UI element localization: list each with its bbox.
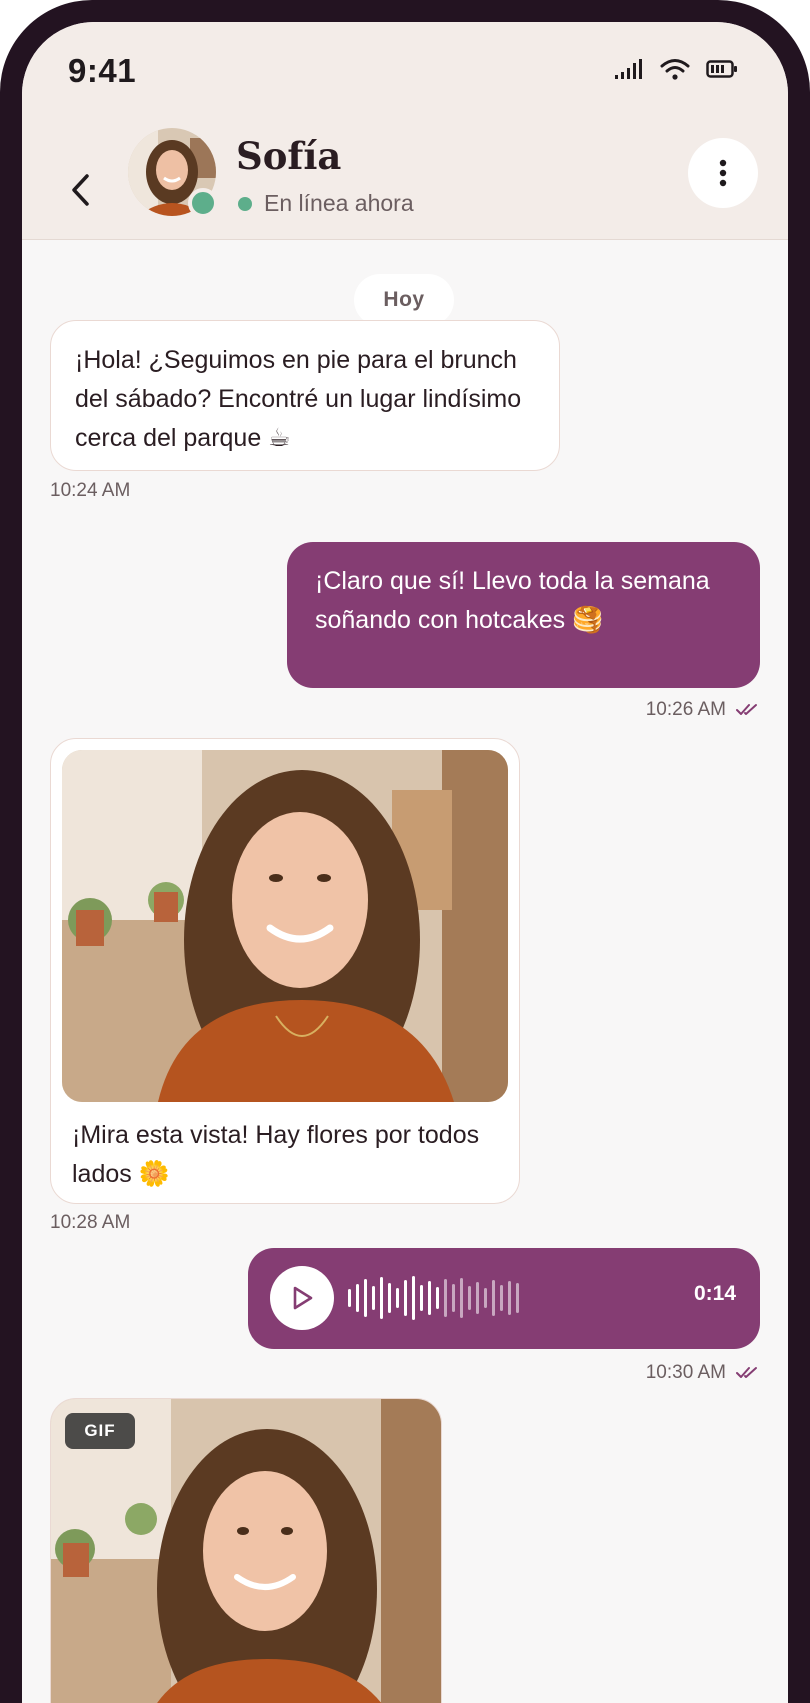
outgoing-voice-message[interactable]: 0:14 bbox=[248, 1248, 760, 1349]
double-check-icon bbox=[736, 1367, 757, 1378]
play-icon bbox=[293, 1286, 313, 1310]
message-timestamp: 10:30 AM bbox=[646, 1362, 760, 1384]
voice-waveform[interactable] bbox=[348, 1272, 519, 1324]
more-vertical-icon bbox=[719, 159, 727, 187]
contact-name: Sofía bbox=[236, 134, 342, 178]
chat-screen: 9:41 Sofía En línea ahora Hoy ¡Hola! ¿Se… bbox=[22, 22, 788, 1703]
day-separator: Hoy bbox=[354, 274, 454, 326]
timestamp-text: 10:30 AM bbox=[645, 1362, 726, 1383]
contact-avatar[interactable] bbox=[128, 128, 218, 218]
double-check-icon bbox=[736, 704, 757, 715]
status-time: 9:41 bbox=[68, 52, 137, 89]
message-text: ¡Hola! ¿Seguimos en pie para el brunch d… bbox=[75, 346, 522, 452]
incoming-gif-message[interactable]: GIF bbox=[50, 1398, 442, 1703]
presence-dot bbox=[238, 196, 252, 211]
phone-frame: 9:41 Sofía En línea ahora Hoy ¡Hola! ¿Se… bbox=[0, 0, 810, 1703]
timestamp-text: 10:28 AM bbox=[50, 1212, 131, 1233]
incoming-photo-message[interactable]: ¡Mira esta vista! Hay flores por todos l… bbox=[50, 738, 520, 1204]
presence-status: En línea ahora bbox=[238, 190, 414, 217]
incoming-message[interactable]: ¡Hola! ¿Seguimos en pie para el brunch d… bbox=[50, 320, 560, 471]
back-button[interactable] bbox=[60, 168, 100, 212]
timestamp-text: 10:24 AM bbox=[50, 480, 131, 501]
more-options-button[interactable] bbox=[688, 138, 758, 208]
status-icons bbox=[614, 58, 738, 80]
chat-header: 9:41 Sofía En línea ahora bbox=[22, 22, 788, 240]
online-indicator bbox=[188, 188, 218, 218]
play-button[interactable] bbox=[270, 1266, 334, 1330]
chevron-left-icon bbox=[72, 174, 89, 206]
wifi-icon bbox=[660, 59, 690, 80]
signal-icon bbox=[615, 59, 642, 79]
shared-photo[interactable] bbox=[62, 750, 508, 1102]
gif-badge: GIF bbox=[65, 1413, 135, 1449]
outgoing-message[interactable]: ¡Claro que sí! Llevo toda la semana soña… bbox=[287, 542, 760, 688]
message-timestamp: 10:26 AM bbox=[646, 699, 760, 721]
presence-text: En línea ahora bbox=[264, 190, 414, 216]
timestamp-text: 10:26 AM bbox=[645, 699, 726, 720]
message-timestamp: 10:24 AM bbox=[50, 480, 130, 502]
message-text: ¡Claro que sí! Llevo toda la semana soña… bbox=[315, 567, 710, 634]
voice-duration: 0:14 bbox=[693, 1282, 736, 1305]
message-timestamp: 10:28 AM bbox=[50, 1212, 130, 1234]
photo-caption: ¡Mira esta vista! Hay flores por todos l… bbox=[72, 1121, 480, 1188]
battery-icon bbox=[706, 60, 737, 78]
